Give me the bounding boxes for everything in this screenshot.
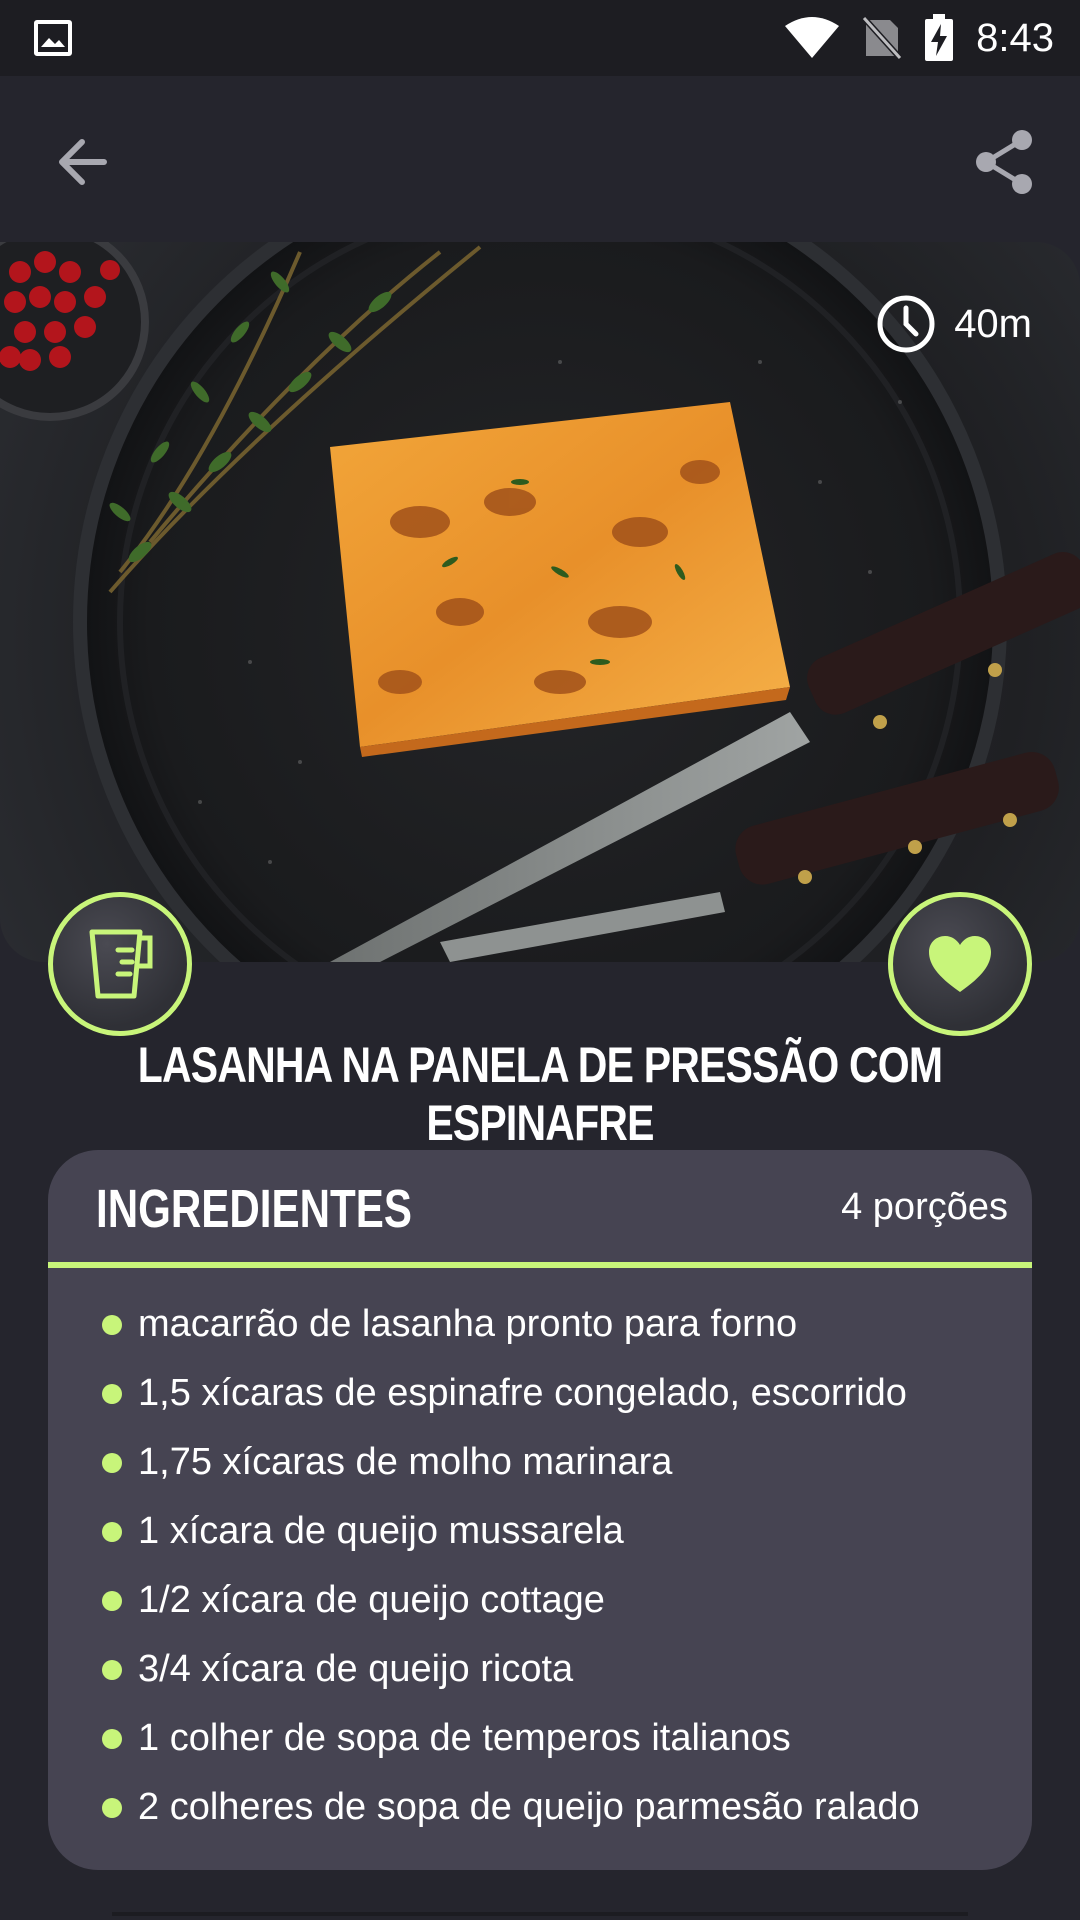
bullet-icon xyxy=(102,1728,122,1749)
share-button[interactable] xyxy=(968,126,1040,198)
recipe-image: 40m xyxy=(0,242,1080,962)
list-item: 1,75 xícaras de molho marinara xyxy=(48,1428,1032,1497)
list-item: 1/2 xícara de queijo cottage xyxy=(48,1566,1032,1635)
list-item: 1 colher de sopa de temperos italianos xyxy=(48,1704,1032,1773)
bullet-icon xyxy=(102,1452,122,1473)
recipe-title: LASANHA NA PANELA DE PRESSÃO COM ESPINAF… xyxy=(137,1037,943,1151)
status-icons: 8:43 xyxy=(784,10,1054,66)
bullet-icon xyxy=(102,1797,122,1818)
list-item: 1 xícara de queijo mussarela xyxy=(48,1497,1032,1566)
ingredients-card: INGREDIENTES 4 porções macarrão de lasan… xyxy=(48,1150,1032,1870)
servings-label[interactable]: 4 porções xyxy=(841,1186,1008,1229)
ingredient-text: 3/4 xícara de queijo ricota xyxy=(138,1648,574,1690)
ingredients-heading: INGREDIENTES xyxy=(96,1179,412,1239)
measuring-cup-icon xyxy=(89,929,153,999)
clock-icon xyxy=(877,295,935,353)
bullet-icon xyxy=(102,1590,122,1611)
ingredient-text: 1 colher de sopa de temperos italianos xyxy=(138,1717,791,1759)
list-item: macarrão de lasanha pronto para forno xyxy=(48,1290,1032,1359)
gallery-icon xyxy=(34,20,72,56)
wifi-icon xyxy=(785,17,840,58)
arrow-left-icon xyxy=(59,139,107,185)
back-button[interactable] xyxy=(48,126,120,198)
bullet-icon xyxy=(102,1314,122,1335)
app-bar xyxy=(0,76,1080,242)
favorite-button[interactable] xyxy=(888,892,1032,1036)
divider xyxy=(112,1912,968,1916)
list-item: 2 colheres de sopa de queijo parmesão ra… xyxy=(48,1773,1032,1842)
ingredient-text: 2 colheres de sopa de queijo parmesão ra… xyxy=(138,1786,920,1828)
measure-button[interactable] xyxy=(48,892,192,1036)
bullet-icon xyxy=(102,1521,122,1542)
ingredient-text: 1/2 xícara de queijo cottage xyxy=(138,1579,605,1621)
ingredient-text: 1,5 xícaras de espinafre congelado, esco… xyxy=(138,1372,907,1414)
heart-icon xyxy=(929,936,991,992)
cook-time: 40m xyxy=(876,294,1032,354)
list-item: 3/4 xícara de queijo ricota xyxy=(48,1635,1032,1704)
ingredients-header: INGREDIENTES 4 porções xyxy=(48,1150,1032,1268)
status-time: 8:43 xyxy=(976,15,1054,60)
ingredient-text: macarrão de lasanha pronto para forno xyxy=(138,1303,798,1345)
ingredient-text: 1 xícara de queijo mussarela xyxy=(138,1510,624,1552)
battery-charging-icon xyxy=(925,14,954,61)
ingredient-text: 1,75 xícaras de molho marinara xyxy=(138,1441,673,1483)
list-item: 1,5 xícaras de espinafre congelado, esco… xyxy=(48,1359,1032,1428)
status-bar: 8:43 xyxy=(0,0,1080,76)
cook-time-label: 40m xyxy=(954,301,1032,346)
share-icon xyxy=(976,130,1032,194)
bullet-icon xyxy=(102,1659,122,1680)
bullet-icon xyxy=(102,1383,122,1404)
ingredient-list: macarrão de lasanha pronto para forno 1,… xyxy=(48,1268,1032,1842)
no-sim-icon xyxy=(862,16,903,60)
